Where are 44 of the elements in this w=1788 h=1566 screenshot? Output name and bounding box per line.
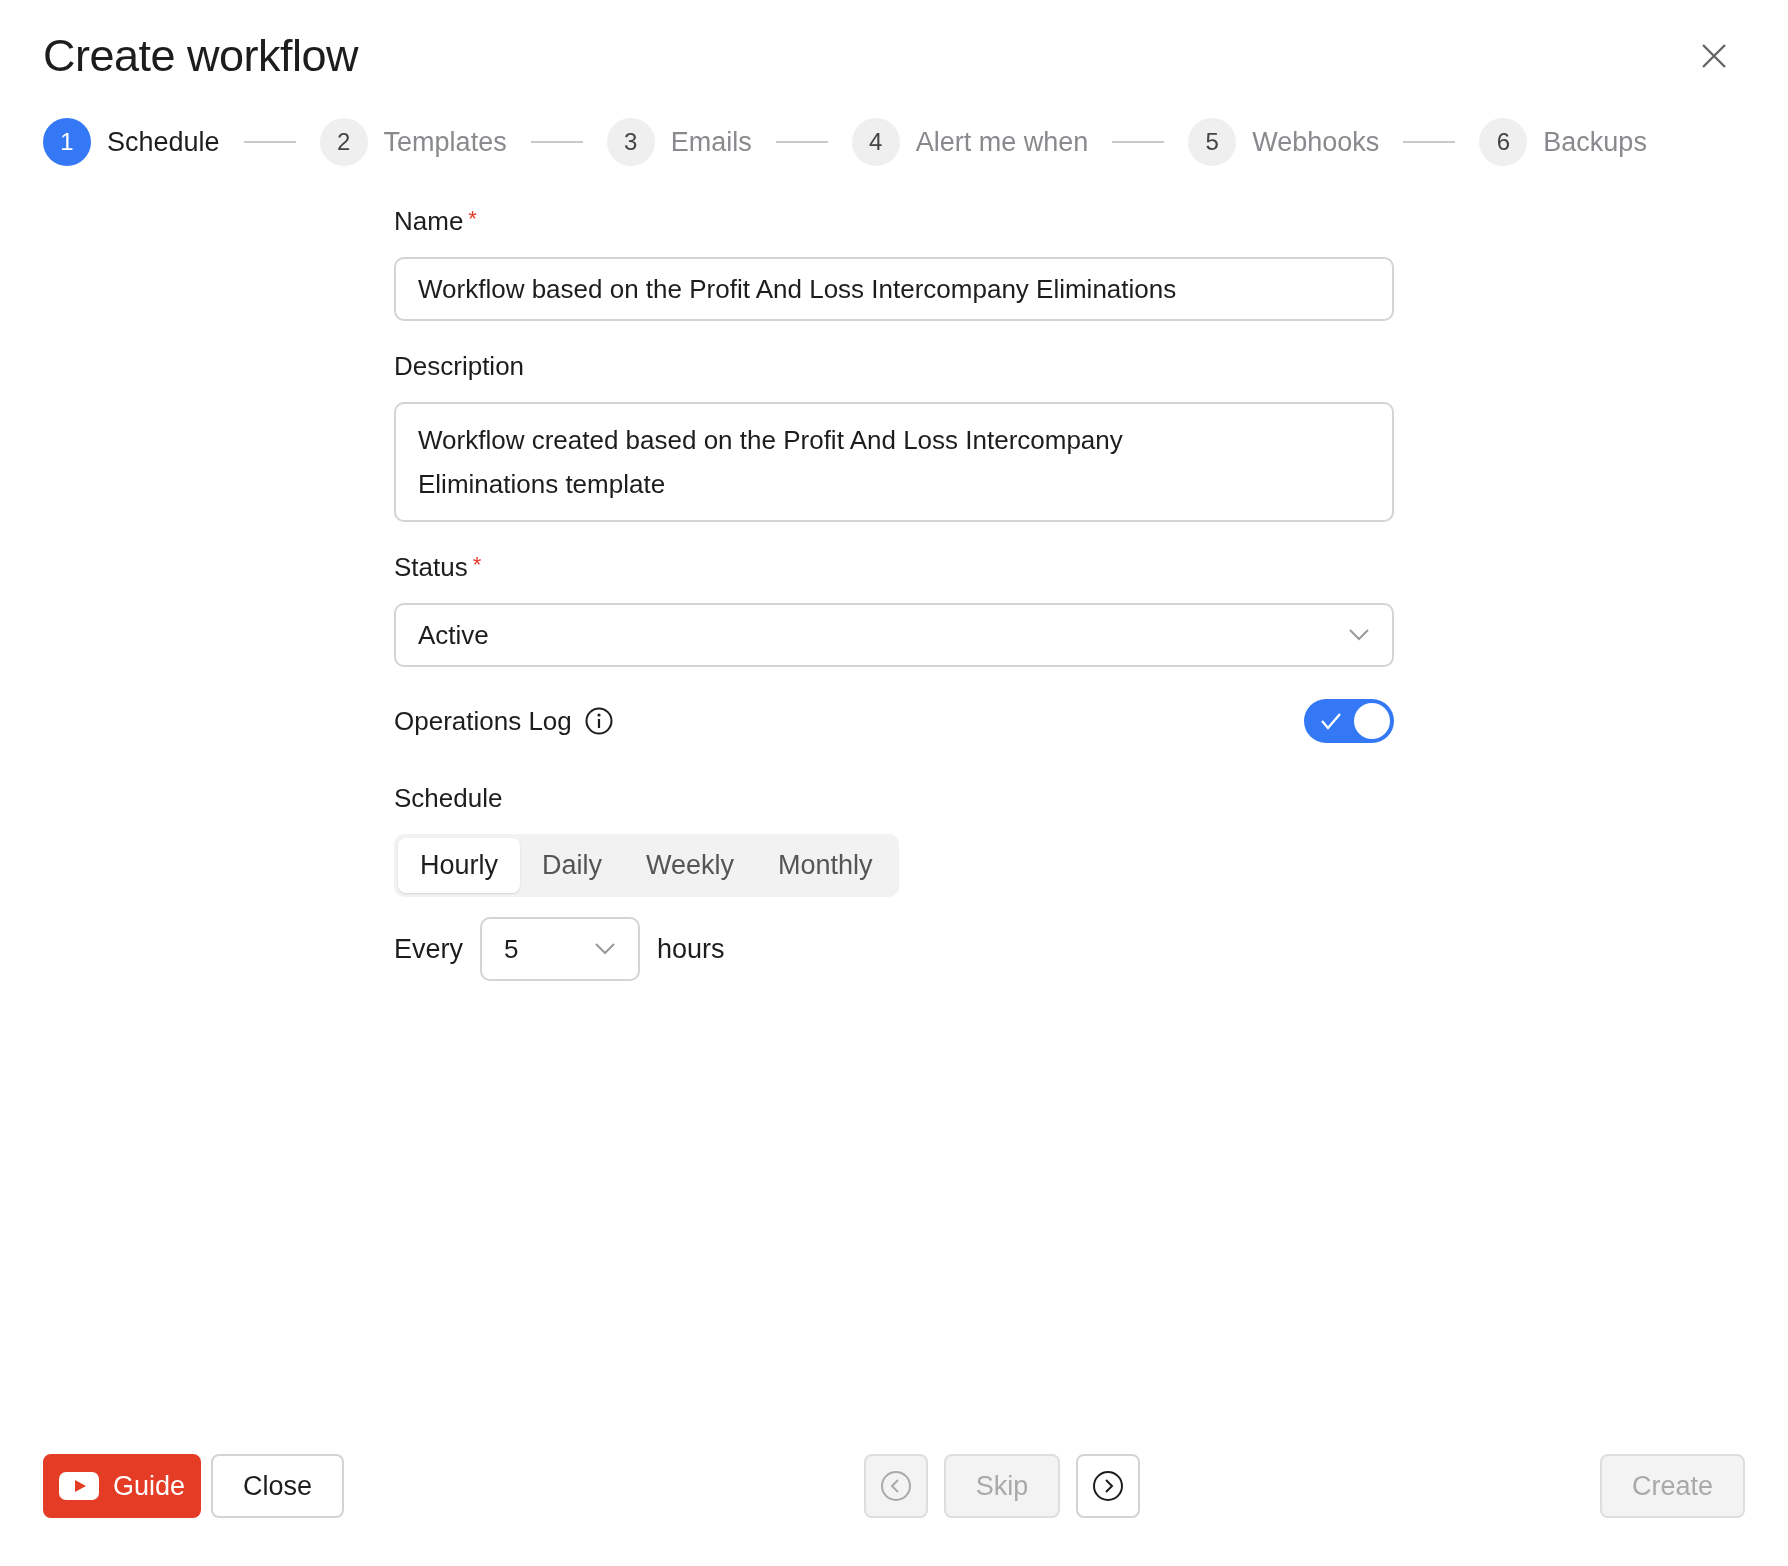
guide-button[interactable]: Guide (43, 1454, 202, 1518)
step-number: 3 (606, 118, 655, 166)
field-label: Description (394, 351, 525, 382)
toggle-switch[interactable] (1304, 699, 1394, 743)
wizard-step[interactable]: 5 Webhooks (1188, 118, 1380, 166)
dialog-title: Create workflow (43, 30, 359, 82)
wizard-step[interactable]: 3 Emails (606, 118, 752, 166)
chevron-left-icon (879, 1470, 912, 1502)
schedule-option[interactable]: Hourly (398, 838, 521, 893)
play-icon (59, 1472, 99, 1500)
field-label: Name (394, 206, 464, 237)
wizard-step[interactable]: 2 Templates (319, 118, 507, 166)
action-button[interactable]: Close (211, 1454, 345, 1518)
field-label: Status (394, 552, 468, 583)
step-number: 4 (851, 118, 900, 166)
status-dropdown[interactable]: Active (394, 603, 1394, 667)
check-icon (1320, 711, 1342, 731)
wizard-step[interactable]: 6 Backups (1479, 118, 1647, 166)
schedule-option[interactable]: Weekly (624, 838, 757, 893)
close-icon[interactable] (1701, 43, 1727, 69)
wizard-step[interactable]: 4 Alert me when (851, 118, 1089, 166)
field-label: Every (394, 933, 464, 965)
description-field[interactable]: Workflow created based on the Profit And Loss Intercompany Eliminations template (394, 402, 1394, 522)
name-field[interactable]: Workflow based on the Profit And Loss Intercompany Eliminations (394, 257, 1394, 321)
dropdown-value: Active (418, 619, 489, 651)
step-number: 1 (43, 118, 91, 166)
step-number: 6 (1479, 118, 1528, 166)
unit-label: hours (657, 933, 725, 965)
wizard-step[interactable]: 1 Schedule (43, 118, 220, 166)
chevron-right-icon (1092, 1470, 1125, 1502)
interval-dropdown[interactable]: 5 (480, 917, 641, 981)
schedule-option[interactable]: Monthly (756, 838, 895, 893)
chevron-down-icon (1348, 628, 1370, 642)
chevron-down-icon (594, 942, 617, 956)
info-icon[interactable] (583, 706, 614, 736)
next-button[interactable] (1076, 1454, 1141, 1518)
step-number: 2 (319, 118, 368, 166)
field-label: Operations Log (394, 705, 572, 737)
section-label: Schedule (394, 783, 504, 814)
required-mark: * (472, 552, 482, 579)
schedule-option[interactable]: Daily (520, 838, 625, 893)
dropdown-value: 5 (504, 933, 519, 965)
required-mark: * (468, 206, 477, 233)
step-number: 5 (1188, 118, 1237, 166)
